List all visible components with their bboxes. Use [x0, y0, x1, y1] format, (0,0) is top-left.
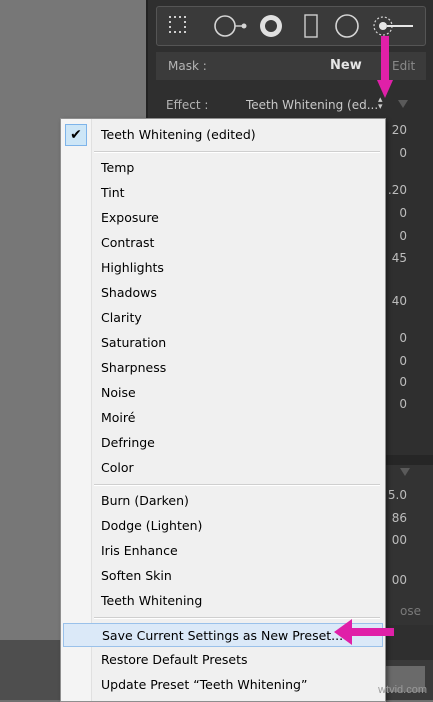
menu-item-exposure[interactable]: Exposure [63, 206, 383, 230]
menu-item-burn-darken[interactable]: Burn (Darken) [63, 489, 383, 513]
mask-new-button[interactable]: New [330, 58, 362, 73]
menu-item-update-preset[interactable]: Update Preset “Teeth Whitening” [63, 673, 383, 697]
slider-value: 0 [399, 375, 407, 389]
menu-item-label: Contrast [101, 235, 155, 250]
graduated-filter-icon[interactable] [297, 12, 325, 40]
slider-value: 5.0 [387, 488, 407, 502]
menu-item-label: Teeth Whitening [101, 593, 203, 608]
collapse-triangle-icon[interactable] [398, 100, 408, 108]
menu-item-color[interactable]: Color [63, 456, 383, 480]
menu-item-label: Noise [101, 385, 136, 400]
slider-value: 00 [391, 533, 407, 547]
menu-item-label: Temp [101, 160, 135, 175]
menu-item-label: Color [101, 460, 134, 475]
menu-item-defringe[interactable]: Defringe [63, 431, 383, 455]
menu-item-label: Highlights [101, 260, 164, 275]
menu-item-saturation[interactable]: Saturation [63, 331, 383, 355]
slider-value: 0 [399, 206, 407, 220]
menu-item-teeth-whitening[interactable]: Teeth Whitening [63, 589, 383, 613]
menu-item-label: Teeth Whitening (edited) [101, 127, 256, 142]
slider-value: 20 [391, 123, 407, 137]
menu-item-dodge-lighten[interactable]: Dodge (Lighten) [63, 514, 383, 538]
menu-item-label: Exposure [101, 210, 159, 225]
slider-value: 0 [399, 229, 407, 243]
menu-item-teeth-whitening-edited[interactable]: ✔ Teeth Whitening (edited) [63, 123, 383, 147]
effect-label: Effect : [166, 98, 209, 112]
menu-item-label: Clarity [101, 310, 142, 325]
menu-item-shadows[interactable]: Shadows [63, 281, 383, 305]
spot-removal-icon[interactable] [213, 12, 247, 40]
radial-filter-icon[interactable] [333, 12, 361, 40]
annotation-arrow-left-icon [334, 619, 394, 645]
menu-item-label: Sharpness [101, 360, 167, 375]
menu-item-tint[interactable]: Tint [63, 181, 383, 205]
checkmark-icon: ✔ [65, 124, 87, 146]
menu-item-restore-default-presets[interactable]: Restore Default Presets [63, 648, 383, 672]
menu-item-contrast[interactable]: Contrast [63, 231, 383, 255]
menu-item-label: Burn (Darken) [101, 493, 189, 508]
menu-separator [94, 484, 380, 486]
slider-value: .20 [387, 183, 407, 197]
menu-item-clarity[interactable]: Clarity [63, 306, 383, 330]
slider-value: 86 [391, 511, 407, 525]
collapse-triangle-icon[interactable] [400, 468, 410, 476]
menu-item-label: Tint [101, 185, 125, 200]
menu-item-sharpness[interactable]: Sharpness [63, 356, 383, 380]
menu-item-label: Iris Enhance [101, 543, 178, 558]
menu-item-temp[interactable]: Temp [63, 156, 383, 180]
red-eye-icon[interactable] [257, 12, 285, 40]
effect-preset-select[interactable]: Teeth Whitening (ed... [246, 98, 378, 112]
crop-overlay-icon[interactable] [165, 12, 193, 40]
menu-item-label: Save Current Settings as New Preset... [102, 628, 344, 643]
slider-value: 45 [391, 251, 407, 265]
menu-item-label: Saturation [101, 335, 167, 350]
menu-item-label: Restore Default Presets [101, 652, 248, 667]
menu-separator [94, 151, 380, 153]
menu-item-label: Update Preset “Teeth Whitening” [101, 677, 308, 692]
mask-label: Mask : [168, 59, 207, 73]
close-button[interactable]: ose [400, 604, 421, 618]
slider-value: 0 [399, 146, 407, 160]
watermark: wtvid.com [378, 684, 427, 696]
mask-edit-button[interactable]: Edit [392, 59, 415, 73]
menu-item-label: Soften Skin [101, 568, 172, 583]
menu-item-label: Shadows [101, 285, 157, 300]
menu-item-noise[interactable]: Noise [63, 381, 383, 405]
slider-value: 0 [399, 354, 407, 368]
menu-item-label: Defringe [101, 435, 155, 450]
menu-item-label: Moiré [101, 410, 136, 425]
menu-item-label: Dodge (Lighten) [101, 518, 203, 533]
effect-preset-menu: ✔ Teeth Whitening (edited) Temp Tint Exp… [60, 118, 386, 702]
slider-value: 0 [399, 397, 407, 411]
slider-value: 40 [391, 294, 407, 308]
slider-value: 00 [391, 573, 407, 587]
menu-item-iris-enhance[interactable]: Iris Enhance [63, 539, 383, 563]
menu-item-moire[interactable]: Moiré [63, 406, 383, 430]
menu-item-soften-skin[interactable]: Soften Skin [63, 564, 383, 588]
annotation-arrow-down-icon [377, 36, 393, 98]
menu-item-highlights[interactable]: Highlights [63, 256, 383, 280]
slider-value: 0 [399, 331, 407, 345]
